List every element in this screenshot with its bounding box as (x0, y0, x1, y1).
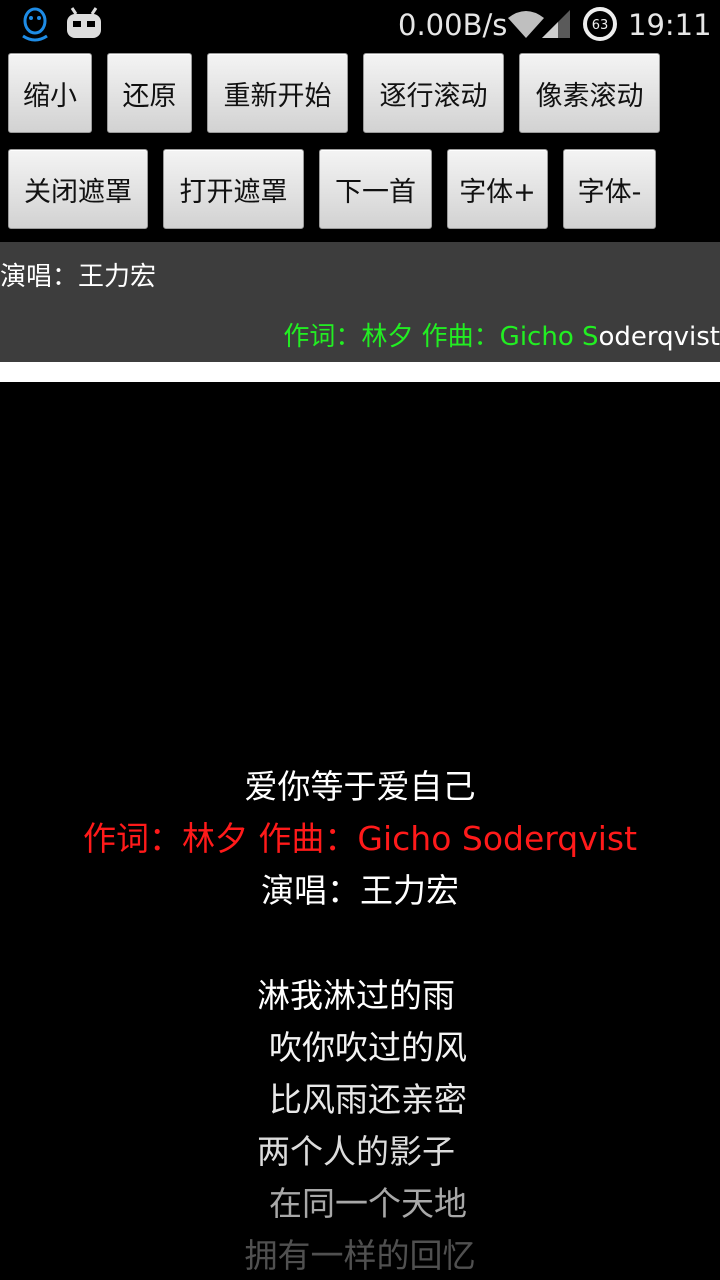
pixel-scroll-button[interactable]: 像素滚动 (519, 53, 660, 133)
qq-penguin-icon (18, 6, 52, 46)
network-speed: 0.00B/s (398, 8, 508, 42)
lyric-line: 淋我淋过的雨 (257, 976, 455, 1015)
battery-ring-icon: 63 (582, 6, 618, 46)
lyric-line: 两个人的影子 (257, 1132, 455, 1171)
status-bar: 0.00B/s 63 19:11 (0, 0, 720, 48)
song-credit-current: 作词：林夕 作曲：Gicho Soderqvist (82, 819, 638, 858)
song-title: 爱你等于爱自己 (244, 767, 476, 806)
panel-singer: 演唱：王力宏 (0, 262, 157, 292)
lyric-line: 比风雨还亲密 (269, 1080, 467, 1119)
lyric-line: 吹你吹过的风 (269, 1028, 467, 1067)
clock: 19:11 (628, 8, 712, 42)
lyrics-view[interactable]: 爱你等于爱自己 作词：林夕 作曲：Gicho Soderqvist 演唱：王力宏… (0, 382, 720, 1280)
panel-credit-highlighted: 作词：林夕 作曲：Gicho S (283, 322, 599, 352)
lyric-line: 在同一个天地 (269, 1184, 467, 1223)
battery-level: 63 (592, 18, 609, 33)
song-singer: 演唱：王力宏 (261, 871, 459, 910)
open-mask-button[interactable]: 打开遮罩 (163, 149, 304, 229)
panel-credit: 作词：林夕 作曲：Gicho Soderqvist (283, 316, 720, 353)
restore-button[interactable]: 还原 (107, 53, 192, 133)
font-increase-button[interactable]: 字体+ (447, 149, 548, 229)
next-song-button[interactable]: 下一首 (319, 149, 432, 229)
shrink-button[interactable]: 缩小 (8, 53, 92, 133)
restart-button[interactable]: 重新开始 (207, 53, 348, 133)
font-decrease-button[interactable]: 字体- (563, 149, 656, 229)
panel-credit-rest: oderqvist (598, 322, 720, 352)
divider (0, 362, 720, 382)
close-mask-button[interactable]: 关闭遮罩 (8, 149, 148, 229)
lyric-line: 拥有一样的回忆 (244, 1236, 476, 1275)
signal-icon (540, 8, 572, 44)
cyanogen-droid-icon (64, 6, 104, 44)
line-scroll-button[interactable]: 逐行滚动 (363, 53, 504, 133)
